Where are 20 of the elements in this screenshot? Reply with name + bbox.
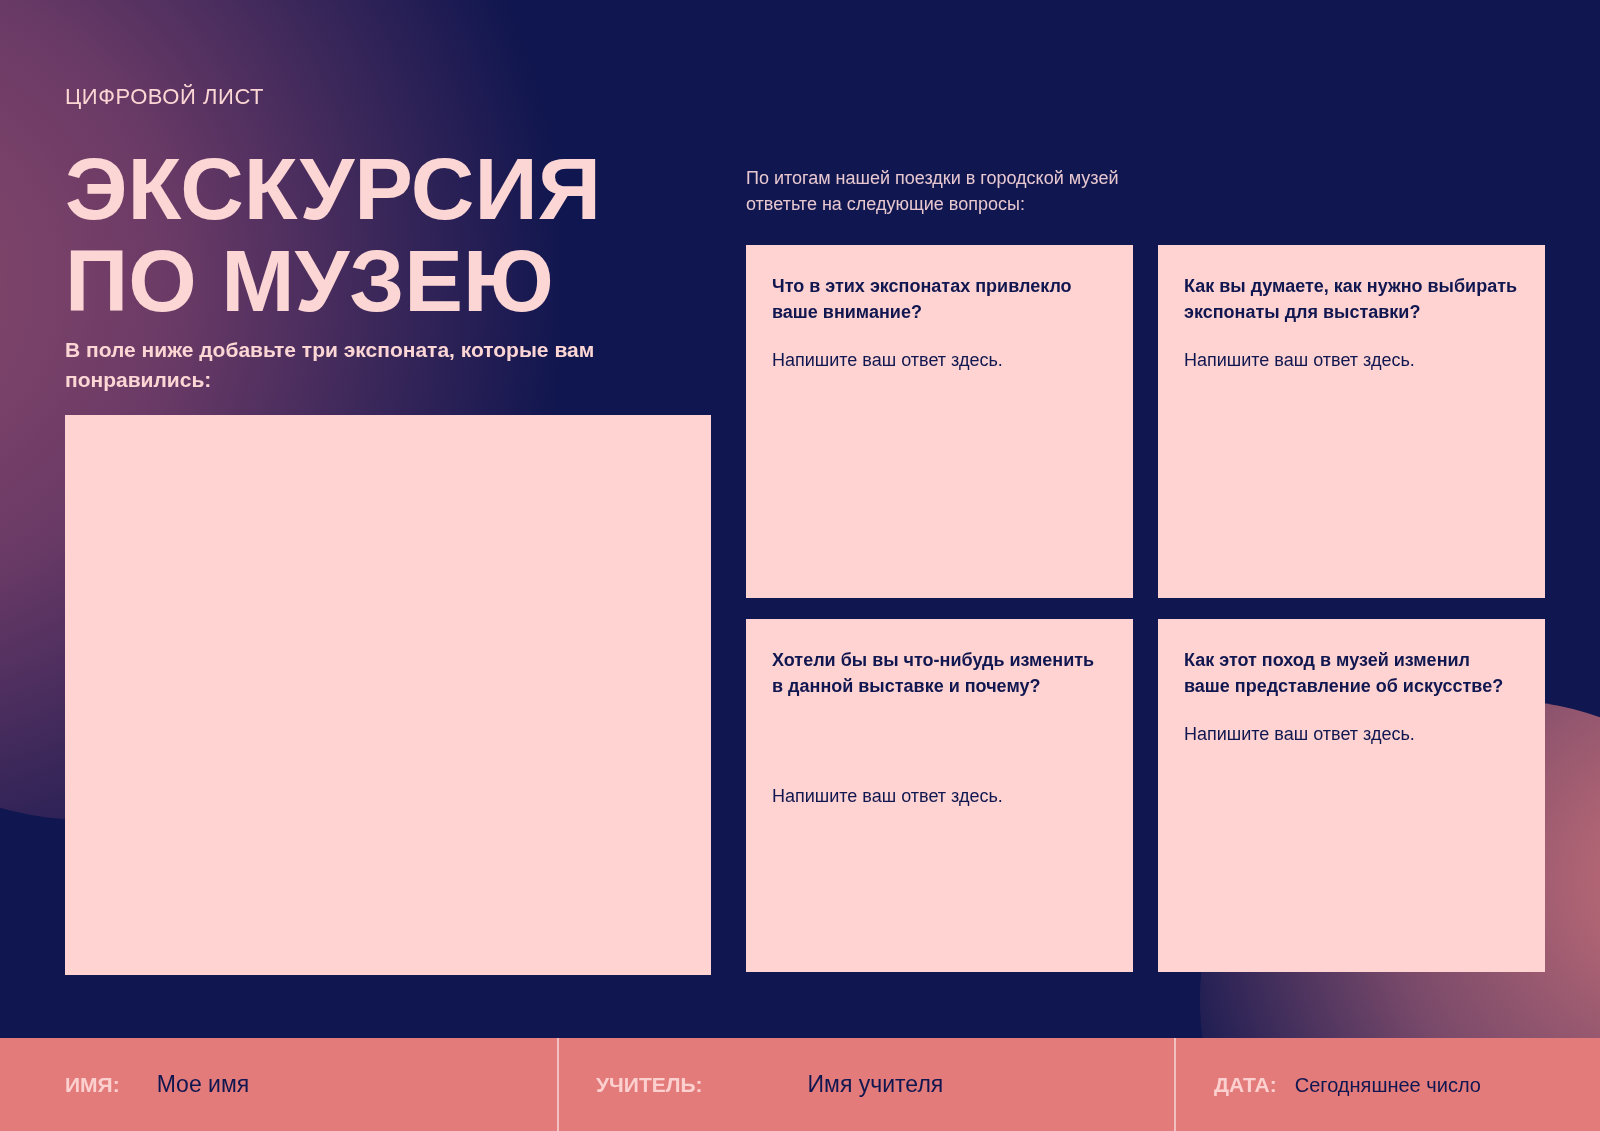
question-text: Как этот поход в музей изменил ваше представление об искусстве? <box>1184 649 1505 698</box>
intro-text: По итогам нашей поездки в городской музей ответьте на следующие вопросы: <box>746 167 1120 216</box>
title-text: ЭКСКУРСИЯ <box>65 143 601 235</box>
question-text: Что в этих экспонатах привлекло ваше внимание? <box>772 275 1073 324</box>
answer-field[interactable]: Напишите ваш ответ здесь. <box>772 783 1107 810</box>
instruction-text: В поле ниже добавьте три экспоната, которые вам понравились: <box>65 337 596 393</box>
field-label: ИМЯ: <box>65 1071 120 1098</box>
field-label: УЧИТЕЛЬ: <box>596 1071 703 1098</box>
title-text: ПО МУЗЕЮ <box>65 235 554 327</box>
answer-field[interactable]: Напишите ваш ответ здесь. <box>772 347 1107 374</box>
field-label: ДАТА: <box>1214 1071 1277 1098</box>
question-text: Как вы думаете, как нужно выбирать экспонаты для выставки? <box>1184 275 1519 324</box>
question-text: Хотели бы вы что-нибудь изменить в данной выставке и почему? <box>772 649 1096 698</box>
text-field[interactable]: Мое имя <box>156 1067 417 1102</box>
exhibit-box[interactable] <box>65 415 711 975</box>
answer-field[interactable]: Напишите ваш ответ здесь. <box>1184 347 1519 374</box>
text-field[interactable]: Имя учителя <box>807 1067 1068 1102</box>
answer-field[interactable]: Напишите ваш ответ здесь. <box>1184 721 1519 748</box>
worksheet-label: ЦИФРОВОЙ ЛИСТ <box>65 83 266 111</box>
text-field[interactable]: Сегодняшнее число <box>1294 1069 1515 1100</box>
